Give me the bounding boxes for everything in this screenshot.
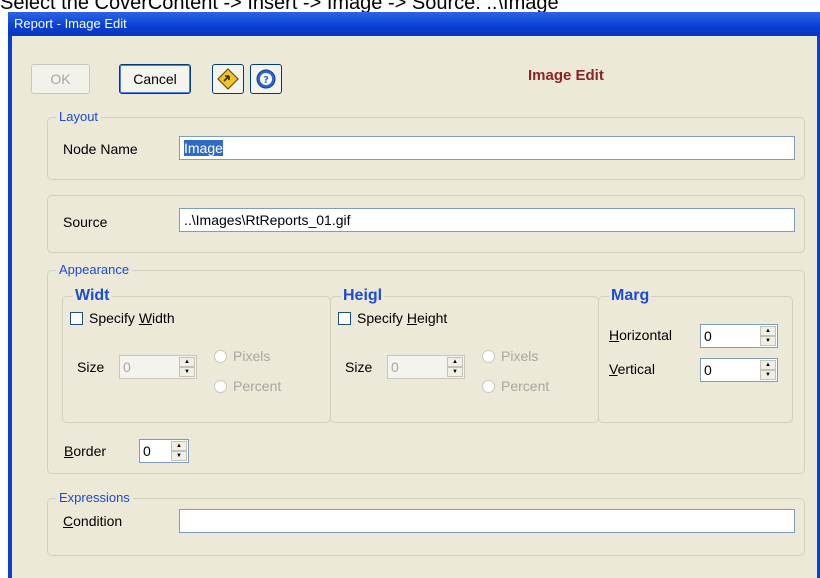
- width-pixels-radio[interactable]: [214, 350, 227, 363]
- condition-label: Condition: [63, 513, 123, 529]
- height-size-spinner[interactable]: 0 ▲ ▼: [387, 355, 465, 379]
- border-label: Border: [64, 443, 107, 459]
- width-size-down[interactable]: ▼: [179, 367, 195, 377]
- specify-width-checkbox[interactable]: [70, 312, 83, 325]
- source-input[interactable]: ..\Images\RtReports_01.gif: [179, 208, 795, 232]
- expressions-group: Expressions Condition: [47, 490, 805, 556]
- title-bar: Report - Image Edit: [8, 12, 820, 36]
- source-value: ..\Images\RtReports_01.gif: [184, 212, 351, 228]
- horizontal-value: 0: [704, 328, 712, 344]
- appearance-legend: Appearance: [56, 262, 133, 278]
- wizard-icon: [217, 68, 239, 90]
- horizontal-spinner[interactable]: 0 ▲ ▼: [700, 324, 778, 348]
- width-size-label: Size: [77, 359, 105, 375]
- layout-legend: Layout: [56, 109, 102, 125]
- vertical-spinner[interactable]: 0 ▲ ▼: [700, 358, 778, 382]
- border-spinner[interactable]: 0 ▲ ▼: [139, 439, 189, 463]
- border-down[interactable]: ▼: [171, 451, 187, 461]
- ok-button[interactable]: OK: [31, 64, 90, 94]
- height-size-value: 0: [391, 359, 399, 375]
- width-percent-label: Percent: [233, 378, 282, 394]
- horizontal-down[interactable]: ▼: [760, 336, 776, 346]
- specify-width-label: Specify Width: [89, 310, 175, 326]
- source-label: Source: [63, 214, 108, 230]
- expressions-legend: Expressions: [56, 490, 133, 506]
- appearance-group: Appearance Widt Specify Width Size 0 ▲ ▼ …: [47, 262, 805, 474]
- height-size-down[interactable]: ▼: [447, 367, 463, 377]
- dialog-heading: Image Edit: [528, 67, 604, 84]
- border-up[interactable]: ▲: [171, 441, 187, 451]
- height-size-up[interactable]: ▲: [447, 357, 463, 367]
- node-name-value: Image: [184, 140, 223, 156]
- width-percent-radio[interactable]: [214, 380, 227, 393]
- height-percent-radio[interactable]: [482, 380, 495, 393]
- width-group: Widt Specify Width Size 0 ▲ ▼ Pixels Perc…: [62, 287, 331, 423]
- vertical-label: Vertical: [609, 361, 655, 377]
- node-name-label: Node Name: [63, 141, 138, 157]
- height-heading: Heigl: [341, 287, 385, 305]
- horizontal-label: Horizontal: [609, 327, 673, 343]
- source-group: Source ..\Images\RtReports_01.gif: [47, 195, 805, 253]
- specify-height-label: Specify Height: [357, 310, 448, 326]
- vertical-up[interactable]: ▲: [760, 360, 776, 370]
- cancel-button[interactable]: Cancel: [119, 64, 191, 94]
- wizard-button[interactable]: [212, 64, 244, 94]
- height-percent-label: Percent: [501, 378, 550, 394]
- layout-group: Layout Node Name Image: [47, 109, 805, 180]
- width-size-spinner[interactable]: 0 ▲ ▼: [119, 355, 197, 379]
- ok-button-label: OK: [50, 71, 71, 87]
- width-size-value: 0: [123, 359, 131, 375]
- margin-heading: Marg: [609, 287, 652, 305]
- specify-height-checkbox[interactable]: [338, 312, 351, 325]
- cancel-button-label: Cancel: [133, 71, 177, 87]
- horizontal-up[interactable]: ▲: [760, 326, 776, 336]
- vertical-down[interactable]: ▼: [760, 370, 776, 380]
- svg-text:?: ?: [263, 75, 269, 86]
- dialog-window: Report - Image Edit OK Cancel ? Image Ed…: [8, 12, 820, 578]
- height-pixels-label: Pixels: [501, 348, 539, 364]
- help-icon: ?: [256, 69, 276, 89]
- width-pixels-label: Pixels: [233, 348, 271, 364]
- height-group: Heigl Specify Height Size 0 ▲ ▼ Pixels Pe…: [330, 287, 599, 423]
- width-heading: Widt: [73, 287, 112, 305]
- width-size-up[interactable]: ▲: [179, 357, 195, 367]
- height-size-label: Size: [345, 359, 373, 375]
- node-name-input[interactable]: Image: [179, 136, 795, 160]
- height-pixels-radio[interactable]: [482, 350, 495, 363]
- border-value: 0: [143, 443, 151, 459]
- margin-group: Marg Horizontal 0 ▲ ▼ Vertical 0 ▲ ▼: [598, 287, 793, 423]
- dialog-client: OK Cancel ? Image Edit Layout Node Name …: [12, 36, 817, 578]
- help-button[interactable]: ?: [250, 64, 282, 94]
- condition-input[interactable]: [179, 509, 795, 533]
- vertical-value: 0: [704, 362, 712, 378]
